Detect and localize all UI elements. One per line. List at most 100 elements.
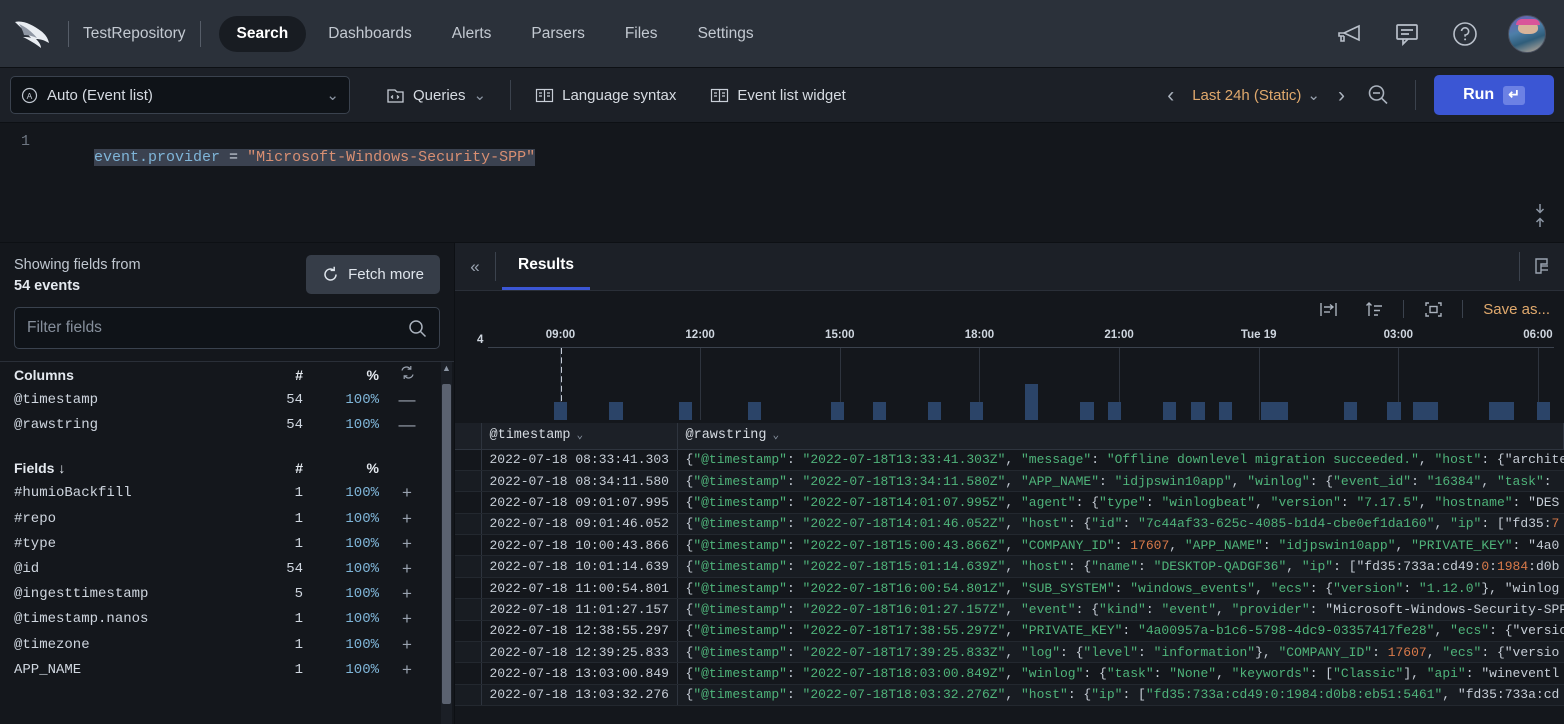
chart-bar[interactable] [969, 402, 983, 420]
cell-timestamp[interactable]: 2022-07-18 13:03:00.849 [481, 662, 678, 685]
row-gutter[interactable] [455, 641, 482, 664]
chart-bar[interactable] [927, 402, 942, 420]
nav-item-search[interactable]: Search [218, 15, 307, 52]
chart-bar[interactable] [1343, 402, 1358, 420]
field-row[interactable]: @ingesttimestamp 5 100% + [14, 582, 435, 607]
cell-rawstring[interactable]: {"@timestamp": "2022-07-18T14:01:07.995Z… [677, 491, 1564, 514]
chevron-down-icon[interactable]: ⌄ [773, 430, 780, 442]
table-row[interactable]: 2022-07-18 08:34:11.580 {"@timestamp": "2… [455, 470, 1564, 493]
chart-bar[interactable] [1024, 384, 1039, 420]
chart-bar[interactable] [830, 402, 845, 420]
field-row[interactable]: @timestamp.nanos 1 100% + [14, 607, 435, 632]
nav-item-files[interactable]: Files [607, 16, 676, 52]
field-row[interactable]: #repo 1 100% + [14, 506, 435, 531]
align-bars-icon[interactable] [1305, 301, 1351, 318]
cell-timestamp[interactable]: 2022-07-18 12:38:55.297 [481, 620, 678, 643]
remove-column-button[interactable]: — [379, 415, 435, 435]
row-gutter[interactable] [455, 620, 482, 643]
queries-button[interactable]: Queries ⌄ [376, 80, 496, 111]
field-row[interactable]: @id 54 100% + [14, 556, 435, 581]
table-row[interactable]: 2022-07-18 09:01:46.052 {"@timestamp": "2… [455, 513, 1564, 536]
fields-scrollbar[interactable]: ▲ [441, 362, 452, 724]
add-field-button[interactable]: + [379, 635, 435, 655]
row-gutter[interactable] [455, 577, 482, 600]
row-gutter[interactable] [455, 470, 482, 493]
megaphone-icon[interactable] [1334, 19, 1364, 49]
cell-timestamp[interactable]: 2022-07-18 11:00:54.801 [481, 577, 678, 600]
row-gutter[interactable] [455, 555, 482, 578]
cell-timestamp[interactable]: 2022-07-18 08:34:11.580 [481, 470, 678, 493]
avatar[interactable] [1508, 14, 1546, 53]
field-row[interactable]: #humioBackfill 1 100% + [14, 481, 435, 506]
filter-fields-box[interactable] [14, 307, 440, 350]
chart-bar[interactable] [1219, 402, 1233, 420]
event-list-widget-button[interactable]: Event list widget [700, 81, 855, 110]
add-field-button[interactable]: + [379, 584, 435, 604]
falcon-logo-icon[interactable] [10, 14, 54, 54]
sync-icon[interactable] [379, 365, 435, 385]
table-row[interactable]: 2022-07-18 12:38:55.297 {"@timestamp": "2… [455, 620, 1564, 643]
chevron-down-icon[interactable]: ⌄ [577, 430, 584, 442]
nav-item-settings[interactable]: Settings [680, 16, 772, 52]
query-text[interactable]: event.provider = "Microsoft-Windows-Secu… [40, 132, 536, 183]
cell-timestamp[interactable]: 2022-07-18 09:01:07.995 [481, 491, 678, 514]
chart-bar[interactable] [609, 402, 623, 420]
cell-rawstring[interactable]: {"@timestamp": "2022-07-18T18:03:00.849Z… [677, 662, 1564, 685]
chart-bar[interactable] [747, 402, 762, 420]
add-field-button[interactable]: + [379, 609, 435, 629]
nav-item-alerts[interactable]: Alerts [434, 16, 510, 52]
cell-timestamp[interactable]: 2022-07-18 12:39:25.833 [481, 641, 678, 664]
cell-timestamp[interactable]: 2022-07-18 09:01:46.052 [481, 513, 678, 536]
zoom-out-icon[interactable] [1363, 80, 1393, 110]
row-gutter[interactable] [455, 491, 482, 514]
cell-rawstring[interactable]: {"@timestamp": "2022-07-18T18:03:32.276Z… [677, 684, 1564, 707]
cell-rawstring[interactable]: {"@timestamp": "2022-07-18T16:01:27.157Z… [677, 598, 1564, 621]
scrollbar-thumb[interactable] [442, 384, 451, 705]
chart-bar[interactable] [1162, 402, 1176, 420]
chart-bar[interactable] [1536, 402, 1550, 420]
cell-timestamp[interactable]: 2022-07-18 10:01:14.639 [481, 555, 678, 578]
language-syntax-button[interactable]: Language syntax [525, 81, 686, 110]
cell-timestamp[interactable]: 2022-07-18 10:00:43.866 [481, 534, 678, 557]
cell-timestamp[interactable]: 2022-07-18 08:33:41.303 [481, 449, 678, 471]
cell-rawstring[interactable]: {"@timestamp": "2022-07-18T14:01:46.052Z… [677, 513, 1564, 536]
cell-rawstring[interactable]: {"@timestamp": "2022-07-18T16:00:54.801Z… [677, 577, 1564, 600]
feedback-icon[interactable] [1392, 19, 1422, 49]
results-table-wrap[interactable]: @timestamp ⌄ @rawstring ⌄ 2022-07-18 08:33… [455, 423, 1564, 724]
add-field-button[interactable]: + [379, 483, 435, 503]
chart-bar[interactable] [1191, 402, 1205, 420]
fields-section-header[interactable]: Fields ↓ # % [14, 456, 435, 481]
add-field-button[interactable]: + [379, 559, 435, 579]
row-gutter[interactable] [455, 662, 482, 685]
table-row[interactable]: 2022-07-18 11:00:54.801 {"@timestamp": "2… [455, 577, 1564, 600]
filter-fields-input[interactable] [27, 319, 408, 338]
chart-bar[interactable] [1424, 402, 1439, 420]
cell-rawstring[interactable]: {"@timestamp": "2022-07-18T15:01:14.639Z… [677, 555, 1564, 578]
chart-bar[interactable] [678, 402, 692, 420]
sort-icon[interactable] [1351, 301, 1397, 318]
cell-rawstring[interactable]: {"@timestamp": "2022-07-18T17:39:25.833Z… [677, 641, 1564, 664]
chart-bar[interactable] [872, 402, 886, 420]
row-gutter[interactable] [455, 534, 482, 557]
column-header-rawstring[interactable]: @rawstring ⌄ [677, 423, 1564, 450]
table-row[interactable]: 2022-07-18 11:01:27.157 {"@timestamp": "2… [455, 598, 1564, 621]
table-row[interactable]: 2022-07-18 08:33:41.303 {"@timestamp": "2… [455, 449, 1564, 471]
field-row[interactable]: @timezone 1 100% + [14, 632, 435, 657]
nav-item-parsers[interactable]: Parsers [513, 16, 602, 52]
chart-bar[interactable] [553, 402, 568, 420]
search-icon[interactable] [408, 319, 427, 338]
chart-bar[interactable] [1387, 402, 1401, 420]
cell-rawstring[interactable]: {"@timestamp": "2022-07-18T13:33:41.303Z… [677, 449, 1564, 471]
column-header-timestamp[interactable]: @timestamp ⌄ [481, 423, 678, 450]
next-time-button[interactable]: › [1334, 85, 1349, 106]
prev-time-button[interactable]: ‹ [1163, 85, 1178, 106]
query-editor[interactable]: 1 event.provider = "Microsoft-Windows-Se… [0, 123, 1564, 243]
table-row[interactable]: 2022-07-18 09:01:07.995 {"@timestamp": "2… [455, 491, 1564, 514]
remove-column-button[interactable]: — [379, 390, 435, 410]
nav-item-dashboards[interactable]: Dashboards [310, 16, 430, 52]
time-range-select[interactable]: Last 24h (Static) ⌄ [1192, 86, 1320, 105]
cell-rawstring[interactable]: {"@timestamp": "2022-07-18T15:00:43.866Z… [677, 534, 1564, 557]
events-histogram-chart[interactable]: 4 09:00 12:00 15:00 18:00 21:00 Tue 19 03:00 06… [455, 327, 1564, 423]
scroll-up-arrow-icon[interactable]: ▲ [442, 364, 451, 373]
fetch-more-button[interactable]: Fetch more [306, 255, 440, 294]
